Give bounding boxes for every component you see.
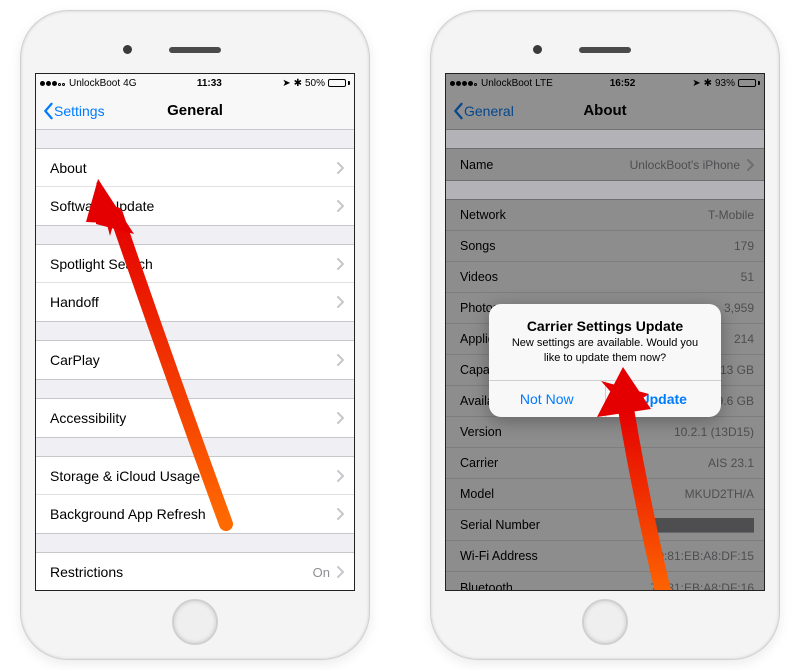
- home-button[interactable]: [172, 599, 218, 645]
- settings-row[interactable]: Handoff: [36, 283, 354, 321]
- row-label: Spotlight Search: [50, 256, 153, 272]
- settings-row[interactable]: Accessibility: [36, 399, 354, 437]
- back-button[interactable]: Settings: [42, 102, 105, 120]
- iphone-frame-left: UnlockBoot 4G 11:33 ➤ ✱ 50% Settings Gen…: [20, 10, 370, 660]
- chevron-right-icon: [336, 508, 344, 520]
- battery-percent: 50%: [305, 78, 325, 89]
- page-title: General: [167, 102, 223, 119]
- settings-row[interactable]: CarPlay: [36, 341, 354, 379]
- alert-not-now-button[interactable]: Not Now: [489, 381, 605, 417]
- row-label: About: [50, 160, 87, 176]
- settings-row[interactable]: Storage & iCloud Usage: [36, 457, 354, 495]
- chevron-right-icon: [336, 412, 344, 424]
- row-label: CarPlay: [50, 352, 100, 368]
- bluetooth-icon: ✱: [294, 78, 302, 89]
- speaker-grille: [169, 47, 221, 53]
- carrier-name: UnlockBoot: [69, 78, 120, 89]
- status-bar: UnlockBoot 4G 11:33 ➤ ✱ 50%: [36, 74, 354, 92]
- nav-header: Settings General: [36, 92, 354, 130]
- row-label: Background App Refresh: [50, 506, 206, 522]
- chevron-right-icon: [336, 296, 344, 308]
- clock: 11:33: [197, 78, 222, 89]
- row-label: Software Update: [50, 198, 154, 214]
- row-label: Restrictions: [50, 564, 123, 580]
- settings-row[interactable]: Restrictions On: [36, 553, 354, 591]
- signal-strength-icon: [40, 78, 66, 89]
- location-icon: ➤: [282, 78, 290, 89]
- row-label: Storage & iCloud Usage: [50, 468, 200, 484]
- carrier-update-alert: Carrier Settings Update New settings are…: [489, 304, 721, 417]
- alert-update-button[interactable]: Update: [605, 381, 722, 417]
- front-camera: [533, 45, 542, 54]
- row-value: On: [313, 565, 330, 580]
- alert-message: New settings are available. Would you li…: [489, 336, 721, 380]
- settings-row[interactable]: Software Update: [36, 187, 354, 225]
- settings-list: About Software Update Spotlight Search Hand…: [36, 148, 354, 591]
- row-label: Accessibility: [50, 410, 126, 426]
- speaker-grille: [579, 47, 631, 53]
- chevron-right-icon: [336, 566, 344, 578]
- chevron-right-icon: [336, 162, 344, 174]
- chevron-left-icon: [42, 102, 54, 120]
- chevron-right-icon: [336, 354, 344, 366]
- home-button[interactable]: [582, 599, 628, 645]
- front-camera: [123, 45, 132, 54]
- settings-row[interactable]: Background App Refresh: [36, 495, 354, 533]
- network-type: 4G: [123, 78, 136, 89]
- row-label: Handoff: [50, 294, 99, 310]
- settings-row[interactable]: About: [36, 149, 354, 187]
- iphone-frame-right: UnlockBoot LTE 16:52 ➤ ✱ 93% General Abo…: [430, 10, 780, 660]
- settings-row[interactable]: Spotlight Search: [36, 245, 354, 283]
- alert-title: Carrier Settings Update: [489, 304, 721, 336]
- screen-about: UnlockBoot LTE 16:52 ➤ ✱ 93% General Abo…: [445, 73, 765, 591]
- chevron-right-icon: [336, 258, 344, 270]
- back-label: Settings: [54, 103, 105, 119]
- battery-icon: [328, 79, 350, 87]
- chevron-right-icon: [336, 200, 344, 212]
- chevron-right-icon: [336, 470, 344, 482]
- screen-general: UnlockBoot 4G 11:33 ➤ ✱ 50% Settings Gen…: [35, 73, 355, 591]
